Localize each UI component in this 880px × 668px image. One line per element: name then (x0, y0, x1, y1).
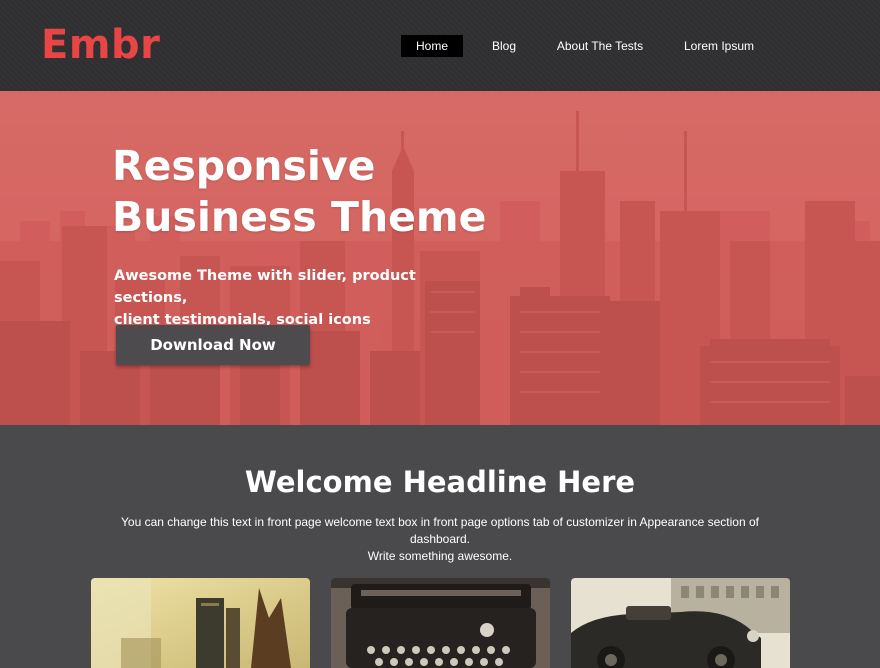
nav-item-about-the-tests[interactable]: About The Tests (549, 35, 651, 57)
desk-books-image (91, 578, 310, 668)
vintage-car-image (571, 578, 790, 668)
site-header: Embr Home Blog About The Tests Lorem Ips… (0, 0, 880, 92)
main-nav: Home Blog About The Tests Lorem Ipsum (0, 35, 880, 57)
product-card-typewriter[interactable] (331, 578, 550, 668)
download-now-button[interactable]: Download Now (116, 325, 310, 365)
welcome-text-line-1: You can change this text in front page w… (121, 515, 759, 546)
product-card-vintage-car[interactable] (571, 578, 790, 668)
nav-item-home[interactable]: Home (401, 35, 463, 57)
nav-item-lorem-ipsum[interactable]: Lorem Ipsum (674, 35, 764, 57)
hero-title-line-2: Business Theme (112, 193, 487, 241)
typewriter-image (331, 578, 550, 668)
product-card-desk-books[interactable] (91, 578, 310, 668)
welcome-text-line-2: Write something awesome. (367, 549, 513, 563)
hero-slider: Responsive Business Theme Awesome Theme … (0, 91, 880, 425)
welcome-text: You can change this text in front page w… (90, 514, 790, 565)
hero-title: Responsive Business Theme (112, 141, 532, 243)
nav-item-blog[interactable]: Blog (479, 35, 529, 57)
hero-subtitle-line-1: Awesome Theme with slider, product secti… (114, 268, 416, 306)
welcome-headline: Welcome Headline Here (244, 465, 636, 499)
hero-subtitle: Awesome Theme with slider, product secti… (114, 265, 494, 331)
hero-title-line-1: Responsive (112, 142, 376, 190)
